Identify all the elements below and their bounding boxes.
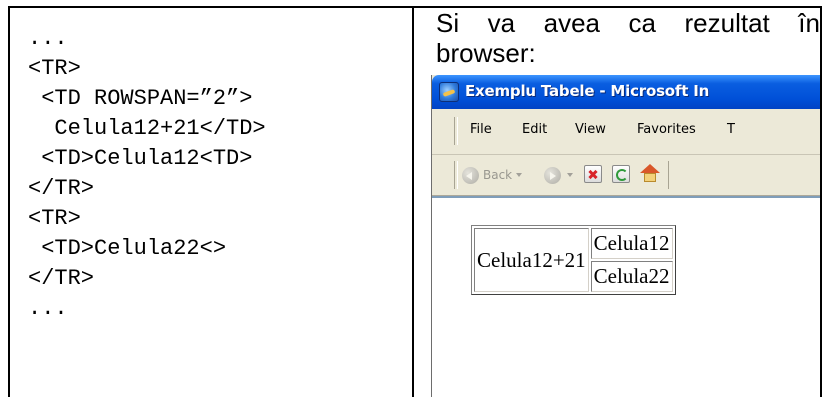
code-line: </TR>: [28, 176, 95, 201]
result-description: Si va avea ca rezultat în browser:: [436, 8, 820, 68]
forward-arrow-icon: [544, 166, 561, 184]
back-button[interactable]: Back: [462, 164, 523, 186]
code-line: </TR>: [28, 266, 95, 291]
description-line-2: browser:: [436, 38, 536, 68]
internet-explorer-icon: [439, 82, 459, 102]
table-cell-rowspan: Celula12+21: [474, 228, 589, 292]
toolbar-grip: [454, 161, 458, 189]
menu-item-view[interactable]: View: [575, 122, 606, 137]
menu-item-tools[interactable]: T: [727, 122, 735, 137]
description-word: Si: [436, 8, 460, 38]
menu-grip: [454, 117, 458, 145]
browser-toolbar: Back: [432, 155, 820, 196]
code-line: <TD>Celula22<>: [28, 236, 227, 261]
code-line: <TD ROWSPAN=”2”>: [28, 86, 253, 111]
window-title: Exemplu Tabele - Microsoft In: [465, 82, 710, 100]
table-cell: Celula22: [590, 261, 673, 292]
description-word: în: [798, 8, 820, 38]
description-word: va: [487, 8, 516, 38]
back-label: Back: [483, 168, 513, 182]
browser-screenshot: Exemplu Tabele - Microsoft In File Edit …: [431, 75, 820, 397]
table-cell: Celula12: [590, 228, 673, 259]
code-line: ...: [28, 26, 68, 51]
chevron-down-icon: [567, 173, 573, 177]
forward-button[interactable]: [544, 164, 573, 186]
code-line: <TR>: [28, 56, 81, 81]
html-code-sample: ... <TR> <TD ROWSPAN=”2”> Celula12+21</TD…: [28, 24, 266, 324]
browser-title-bar: Exemplu Tabele - Microsoft In: [432, 75, 820, 109]
chevron-down-icon: [516, 173, 523, 177]
browser-menu-bar: File Edit View Favorites T: [432, 109, 820, 155]
code-line: ...: [28, 296, 68, 321]
description-line-1: Si va avea ca rezultat în: [436, 8, 820, 38]
code-line: Celula12+21</TD>: [28, 116, 266, 141]
menu-item-favorites[interactable]: Favorites: [637, 122, 696, 137]
menu-item-file[interactable]: File: [470, 122, 492, 137]
home-icon[interactable]: [640, 164, 660, 184]
description-word: ca: [628, 8, 656, 38]
table-row: Celula12+21 Celula12: [474, 228, 673, 292]
column-divider: [412, 6, 414, 397]
stop-icon[interactable]: [584, 165, 602, 183]
menu-item-edit[interactable]: Edit: [522, 122, 547, 137]
toolbar-separator: [668, 161, 669, 189]
description-word: avea: [543, 8, 601, 38]
code-line: <TR>: [28, 206, 81, 231]
code-line: <TD>Celula12<TD>: [28, 146, 253, 171]
browser-content-area: Celula12+21 Celula12 Celula22: [432, 196, 820, 397]
back-arrow-icon: [462, 166, 479, 184]
description-word: rezultat: [684, 8, 770, 38]
refresh-icon[interactable]: [612, 165, 630, 183]
rowspan-demo-table: Celula12+21 Celula12 Celula22: [471, 225, 676, 295]
